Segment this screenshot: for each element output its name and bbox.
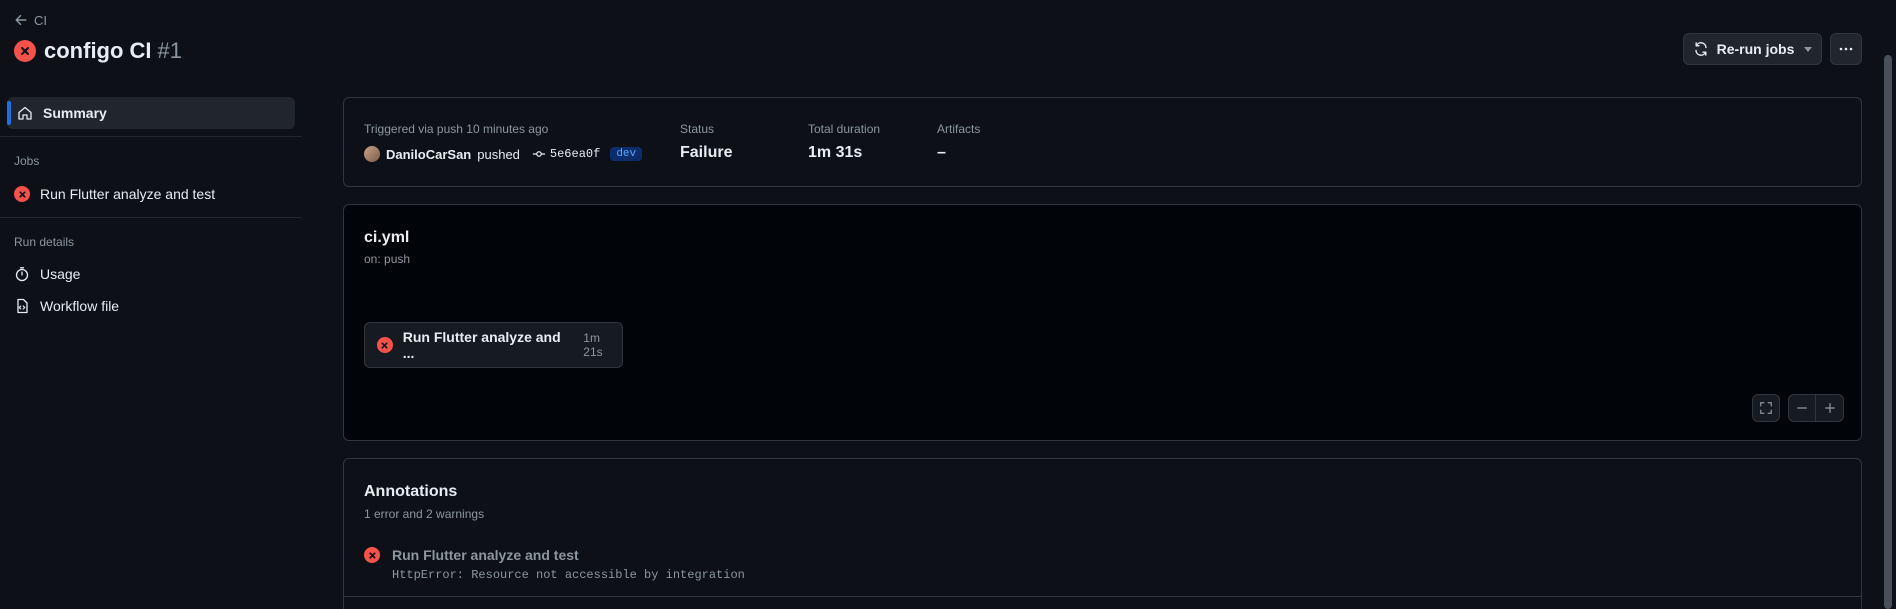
commit-link[interactable]: 5e6ea0f <box>532 147 600 161</box>
git-commit-icon <box>532 151 546 157</box>
active-indicator <box>7 101 11 125</box>
failure-status-icon <box>377 337 393 353</box>
zoom-controls <box>1788 394 1844 422</box>
duration-value: 1m 31s <box>808 144 863 161</box>
trigger-text: Triggered via push 10 minutes ago <box>364 122 549 136</box>
workflow-file-name: ci.yml <box>364 229 410 246</box>
sidebar-item-label: Usage <box>40 266 81 282</box>
status-label: Status <box>680 122 715 136</box>
jobs-heading: Jobs <box>14 154 40 168</box>
sidebar-item-label: Workflow file <box>40 298 120 314</box>
run-number: #1 <box>157 38 183 63</box>
plus-icon <box>1824 403 1835 413</box>
sidebar-divider <box>0 217 302 218</box>
sidebar-item-workflow-file[interactable]: Workflow file <box>14 294 119 318</box>
more-options-button[interactable] <box>1830 33 1862 65</box>
status-value: Failure <box>680 144 733 161</box>
artifacts-label: Artifacts <box>937 122 981 136</box>
job-node-name: Run Flutter analyze and ... <box>402 329 561 361</box>
avatar <box>364 146 380 162</box>
zoom-in-button[interactable] <box>1816 394 1844 422</box>
annotation-job-link[interactable]: Run Flutter analyze and test <box>392 547 579 563</box>
annotation-item <box>364 547 380 563</box>
home-icon <box>18 106 32 120</box>
duration-block: Total duration 1m 31s <box>808 122 880 162</box>
minus-icon <box>1797 407 1807 409</box>
sidebar-item-summary[interactable]: Summary <box>7 97 295 129</box>
artifacts-block: Artifacts – <box>937 122 980 162</box>
arrow-left-icon <box>15 14 27 26</box>
chevron-down-icon <box>1804 46 1813 52</box>
trigger-info: Triggered via push 10 minutes ago Danilo… <box>364 122 643 162</box>
artifacts-value: – <box>937 144 946 161</box>
actor-link[interactable]: DaniloCarSan <box>386 147 471 162</box>
commit-sha: 5e6ea0f <box>549 147 601 161</box>
branch-badge[interactable]: dev <box>610 147 643 161</box>
annotation-divider <box>344 596 1861 597</box>
page-title: configo CI <box>44 38 152 63</box>
sidebar-divider <box>0 136 302 137</box>
file-code-icon <box>17 298 28 314</box>
fullscreen-button[interactable] <box>1752 394 1780 422</box>
workflow-job-node[interactable]: Run Flutter analyze and ... 1m 21s <box>364 322 623 368</box>
sync-icon <box>1694 42 1707 56</box>
run-details-heading: Run details <box>14 235 75 249</box>
zoom-out-button[interactable] <box>1788 394 1816 422</box>
duration-label: Total duration <box>808 122 881 136</box>
stopwatch-icon <box>15 267 29 282</box>
back-to-workflow-link[interactable]: CI <box>14 12 47 28</box>
annotation-message: HttpError: Resource not accessible by in… <box>392 568 745 582</box>
page-title-row: configo CI #1 <box>14 38 182 64</box>
status-block: Status Failure <box>680 122 732 162</box>
sidebar-item-job[interactable]: Run Flutter analyze and test <box>14 182 215 206</box>
back-link-label: CI <box>34 12 47 28</box>
page-scrollbar[interactable] <box>1884 55 1892 609</box>
sidebar-item-usage[interactable]: Usage <box>14 262 80 286</box>
sidebar-item-label: Summary <box>43 105 107 121</box>
error-icon <box>364 547 380 563</box>
annotations-subtitle: 1 error and 2 warnings <box>364 507 485 521</box>
rerun-jobs-label: Re-run jobs <box>1716 41 1795 57</box>
push-action: pushed <box>477 146 520 162</box>
annotations-card: Annotations 1 error and 2 warnings Run F… <box>343 458 1862 609</box>
workflow-trigger: on: push <box>364 252 411 266</box>
kebab-horizontal-icon <box>1839 47 1853 51</box>
failure-status-icon <box>14 186 30 202</box>
screen-full-icon <box>1760 402 1772 414</box>
sidebar-item-label: Run Flutter analyze and test <box>40 186 216 202</box>
rerun-jobs-button[interactable]: Re-run jobs <box>1683 33 1822 65</box>
failure-status-icon <box>14 40 36 62</box>
push-info-row: DaniloCarSan pushed 5e6ea0f dev <box>364 146 643 162</box>
run-summary-card: Triggered via push 10 minutes ago Danilo… <box>343 97 1862 187</box>
annotations-title: Annotations <box>364 483 458 500</box>
job-node-duration: 1m 21s <box>583 331 603 359</box>
